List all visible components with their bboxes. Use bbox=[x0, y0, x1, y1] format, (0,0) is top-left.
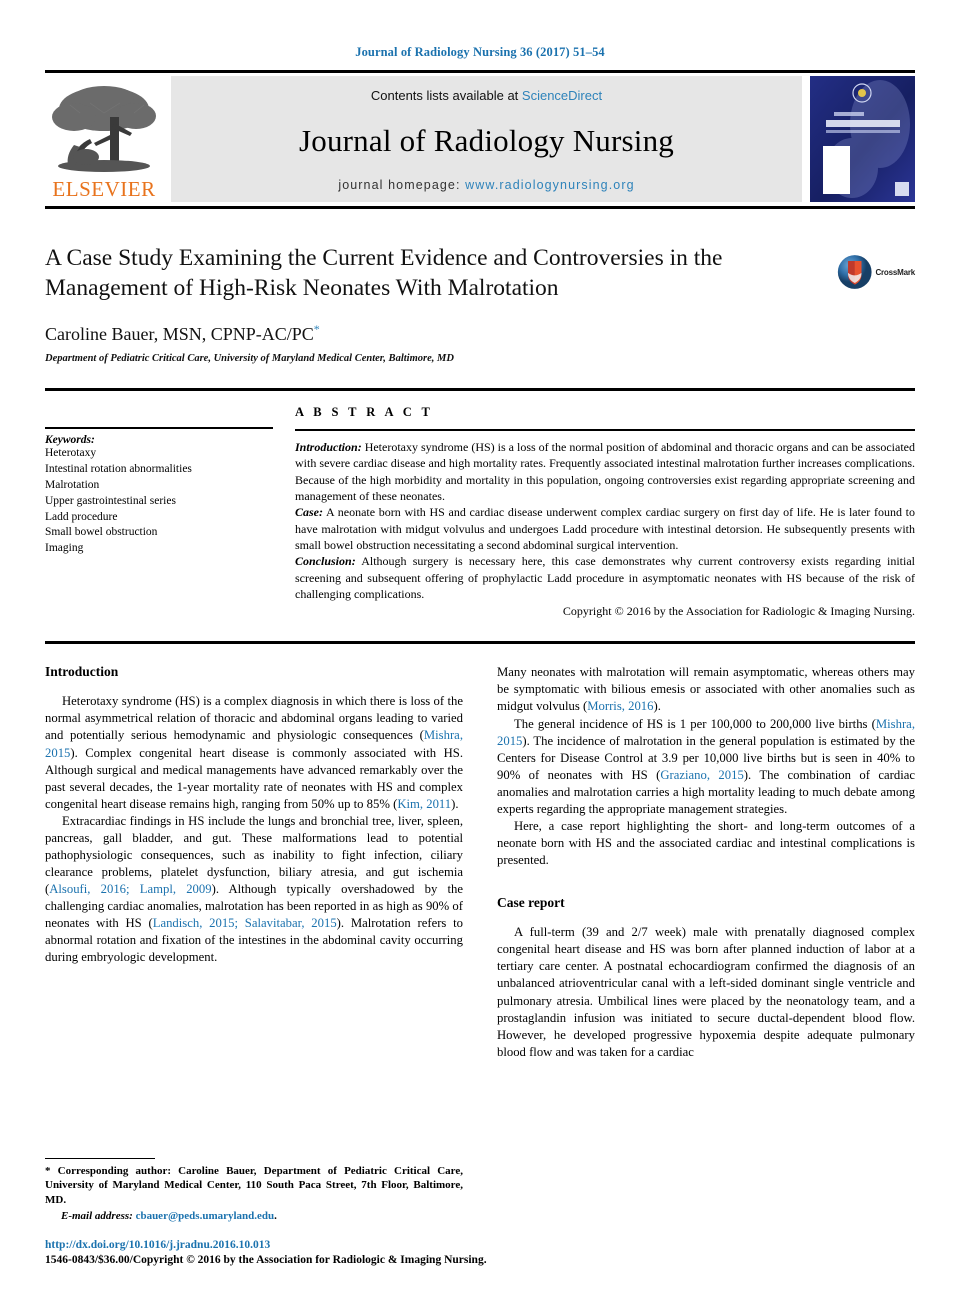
contents-prefix: Contents lists available at bbox=[370, 88, 522, 103]
masthead-center-panel: Contents lists available at ScienceDirec… bbox=[171, 76, 802, 202]
article-title: A Case Study Examining the Current Evide… bbox=[45, 245, 723, 302]
citation-link[interactable]: Alsoufi, 2016; Lampl, 2009 bbox=[49, 882, 211, 896]
article-page: Journal of Radiology Nursing 36 (2017) 5… bbox=[0, 0, 960, 1290]
keywords-rule bbox=[45, 427, 273, 430]
footnote-text: * Corresponding author: Caroline Bauer, … bbox=[45, 1164, 463, 1208]
abstract-case-text: A neonate born with HS and cardiac disea… bbox=[295, 505, 915, 553]
body-columns: Introduction Heterotaxy syndrome (HS) is… bbox=[45, 664, 915, 1061]
keywords-column: Keywords: Heterotaxy Intestinal rotation… bbox=[45, 405, 283, 619]
section-heading-case-report: Case report bbox=[497, 895, 565, 911]
abstract-band-top-rule bbox=[45, 388, 915, 392]
keyword-item: Malrotation bbox=[45, 478, 100, 491]
paragraph-text: The general incidence of HS is 1 per 100… bbox=[514, 716, 876, 731]
paragraph-right-2: The general incidence of HS is 1 per 100… bbox=[497, 716, 915, 818]
right-column: Many neonates with malrotation will rema… bbox=[497, 664, 915, 1061]
citation-link[interactable]: Landisch, 2015; Salavitabar, 2015 bbox=[153, 916, 337, 930]
footnote-rule bbox=[45, 1157, 155, 1159]
keyword-item: Upper gastrointestinal series bbox=[45, 494, 176, 507]
abstract-heading: A B S T R A C T bbox=[295, 405, 434, 420]
sciencedirect-link[interactable]: ScienceDirect bbox=[522, 88, 602, 103]
abstract-column: A B S T R A C T Introduction: Heterotaxy… bbox=[283, 405, 915, 619]
crossmark-badge[interactable]: CrossMark bbox=[837, 249, 915, 295]
citation-link[interactable]: Graziano, 2015 bbox=[660, 768, 743, 782]
email-label: E-mail address: bbox=[61, 1210, 133, 1223]
journal-title: Journal of Radiology Nursing bbox=[299, 122, 674, 158]
journal-masthead: ELSEVIER Contents lists available at Sci… bbox=[45, 76, 915, 202]
paragraph-right-3: Here, a case report highlighting the sho… bbox=[497, 818, 915, 868]
cover-art bbox=[810, 76, 915, 202]
author-line: Caroline Bauer, MSN, CPNP-AC/PC* bbox=[45, 322, 915, 345]
section-heading-introduction: Introduction bbox=[45, 664, 119, 680]
paragraph-text: Many neonates with malrotation will rema… bbox=[497, 665, 915, 714]
corresponding-author-marker[interactable]: * bbox=[314, 322, 320, 336]
contents-available-line: Contents lists available at ScienceDirec… bbox=[371, 88, 602, 103]
author-name: Caroline Bauer, MSN, CPNP-AC/PC bbox=[45, 324, 314, 345]
email-link[interactable]: cbauer@peds.umaryland.edu bbox=[136, 1210, 275, 1222]
abstract-conclusion-label: Conclusion: bbox=[295, 554, 356, 569]
abstract-case-label: Case: bbox=[295, 505, 323, 520]
body-top-rule bbox=[45, 641, 915, 645]
footnote-body: Corresponding author: Caroline Bauer, De… bbox=[45, 1164, 463, 1206]
paragraph-case-1: A full-term (39 and 2/7 week) male with … bbox=[497, 925, 915, 1059]
issn-copyright-line: 1546-0843/$36.00/Copyright © 2016 by the… bbox=[45, 1254, 487, 1267]
footnote-email-line: E-mail address: cbauer@peds.umaryland.ed… bbox=[45, 1209, 463, 1224]
corresponding-author-footnote: * Corresponding author: Caroline Bauer, … bbox=[45, 1157, 463, 1225]
email-period: . bbox=[274, 1210, 277, 1223]
citation-link[interactable]: Morris, 2016 bbox=[587, 699, 653, 713]
paragraph-right-1: Many neonates with malrotation will rema… bbox=[497, 664, 915, 715]
abstract-introduction: Introduction: Heterotaxy syndrome (HS) i… bbox=[295, 439, 915, 504]
abstract-introduction-label: Introduction: bbox=[295, 440, 362, 455]
abstract-rule bbox=[295, 429, 915, 432]
elsevier-tree-icon bbox=[52, 86, 156, 172]
paragraph-text: Heterotaxy syndrome (HS) is a complex di… bbox=[45, 694, 463, 743]
elsevier-wordmark: ELSEVIER bbox=[52, 177, 156, 201]
masthead-top-rule bbox=[45, 70, 915, 73]
masthead-bottom-rule bbox=[45, 206, 915, 209]
keyword-item: Ladd procedure bbox=[45, 510, 118, 523]
running-head: Journal of Radiology Nursing 36 (2017) 5… bbox=[355, 45, 605, 59]
author-affiliation: Department of Pediatric Critical Care, U… bbox=[45, 353, 454, 365]
paragraph-intro-2: Extracardiac findings in HS include the … bbox=[45, 813, 463, 967]
article-footer: http://dx.doi.org/10.1016/j.jradnu.2016.… bbox=[45, 1238, 565, 1268]
keyword-item: Heterotaxy bbox=[45, 447, 97, 460]
abstract-section: Keywords: Heterotaxy Intestinal rotation… bbox=[45, 405, 915, 619]
abstract-conclusion-text: Although surgery is necessary here, this… bbox=[295, 554, 915, 601]
abstract-conclusion: Conclusion: Although surgery is necessar… bbox=[295, 553, 915, 602]
keyword-item: Imaging bbox=[45, 542, 84, 555]
keyword-item: Small bowel obstruction bbox=[45, 526, 158, 539]
citation-link[interactable]: Kim, 2011 bbox=[397, 797, 451, 811]
journal-homepage-link[interactable]: www.radiologynursing.org bbox=[465, 178, 635, 192]
elsevier-logo: ELSEVIER bbox=[45, 76, 163, 202]
article-title-block: A Case Study Examining the Current Evide… bbox=[45, 243, 915, 364]
abstract-introduction-text: Heterotaxy syndrome (HS) is a loss of th… bbox=[295, 440, 915, 504]
keywords-heading: Keywords: bbox=[45, 434, 95, 447]
paragraph-text: ). bbox=[451, 796, 459, 811]
left-column: Introduction Heterotaxy syndrome (HS) is… bbox=[45, 664, 463, 1061]
doi-link[interactable]: http://dx.doi.org/10.1016/j.jradnu.2016.… bbox=[45, 1238, 565, 1253]
journal-cover-thumbnail[interactable] bbox=[810, 76, 915, 202]
journal-homepage-line: journal homepage: www.radiologynursing.o… bbox=[338, 178, 634, 192]
keyword-item: Intestinal rotation abnormalities bbox=[45, 463, 192, 476]
crossmark-label: CrossMark bbox=[875, 267, 915, 277]
paragraph-intro-1: Heterotaxy syndrome (HS) is a complex di… bbox=[45, 693, 463, 813]
abstract-copyright: Copyright © 2016 by the Association for … bbox=[562, 604, 915, 619]
crossmark-icon bbox=[837, 255, 872, 289]
abstract-case: Case: A neonate born with HS and cardiac… bbox=[295, 504, 915, 553]
paragraph-text: ). bbox=[653, 699, 661, 714]
homepage-prefix: journal homepage: bbox=[338, 178, 466, 192]
